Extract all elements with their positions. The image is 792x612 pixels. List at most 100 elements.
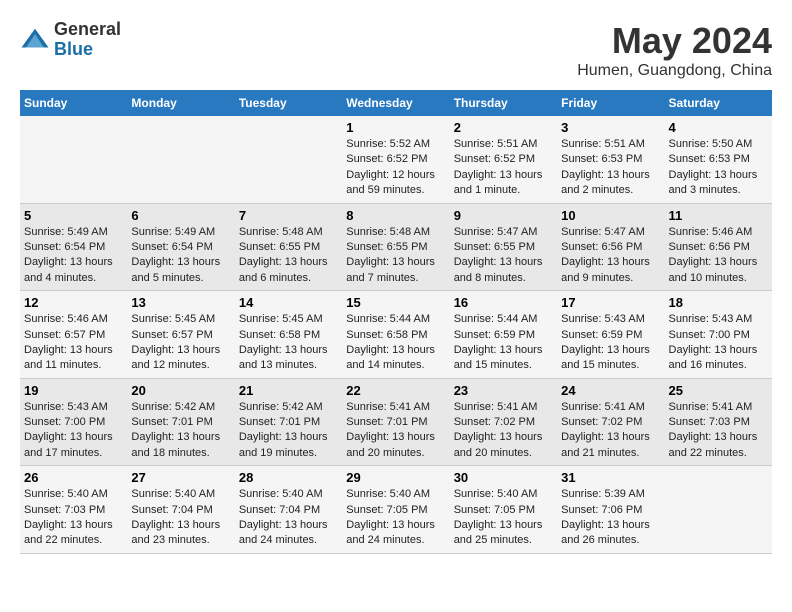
calendar-cell: 18 Sunrise: 5:43 AMSunset: 7:00 PMDayligh… [665,291,772,379]
day-number: 7 [239,208,338,223]
calendar-cell: 13Sunrise: 5:45 AMSunset: 6:57 PMDayligh… [127,291,234,379]
calendar-cell: 30 Sunrise: 5:40 AMSunset: 7:05 PMDayligh… [450,466,557,554]
day-number: 2 [454,120,553,135]
day-info: Sunrise: 5:42 AMSunset: 7:01 PMDaylight:… [131,400,230,462]
day-info: Sunrise: 5:40 AMSunset: 7:04 PMDaylight:… [131,487,230,549]
header-sunday: Sunday [20,90,127,116]
calendar-cell: 21Sunrise: 5:42 AMSunset: 7:01 PMDayligh… [235,378,342,466]
subtitle: Humen, Guangdong, China [577,62,772,80]
week-row-5: 26 Sunrise: 5:40 AMSunset: 7:03 PMDayligh… [20,466,772,554]
day-number: 5 [24,208,123,223]
calendar-cell: 19Sunrise: 5:43 AMSunset: 7:00 PMDayligh… [20,378,127,466]
header-row: SundayMondayTuesdayWednesdayThursdayFrid… [20,90,772,116]
calendar-cell: 24 Sunrise: 5:41 AMSunset: 7:02 PMDayligh… [557,378,664,466]
day-info: Sunrise: 5:40 AMSunset: 7:04 PMDaylight:… [239,487,338,549]
week-row-4: 19Sunrise: 5:43 AMSunset: 7:00 PMDayligh… [20,378,772,466]
day-info: Sunrise: 5:40 AMSunset: 7:03 PMDaylight:… [24,487,123,549]
day-info: Sunrise: 5:40 AMSunset: 7:05 PMDaylight:… [454,487,553,549]
day-number: 1 [346,120,445,135]
day-number: 23 [454,383,553,398]
day-number: 25 [669,383,768,398]
day-number: 3 [561,120,660,135]
day-number: 14 [239,295,338,310]
day-info: Sunrise: 5:43 AMSunset: 7:00 PMDaylight:… [669,312,768,374]
header-wednesday: Wednesday [342,90,449,116]
day-info: Sunrise: 5:44 AMSunset: 6:59 PMDaylight:… [454,312,553,374]
calendar-cell [235,116,342,203]
day-number: 20 [131,383,230,398]
calendar-cell: 26 Sunrise: 5:40 AMSunset: 7:03 PMDayligh… [20,466,127,554]
day-info: Sunrise: 5:48 AMSunset: 6:55 PMDaylight:… [239,225,338,287]
day-number: 22 [346,383,445,398]
week-row-2: 5 Sunrise: 5:49 AMSunset: 6:54 PMDaylight… [20,203,772,291]
calendar-cell: 27 Sunrise: 5:40 AMSunset: 7:04 PMDayligh… [127,466,234,554]
calendar-cell: 11 Sunrise: 5:46 AMSunset: 6:56 PMDayligh… [665,203,772,291]
calendar-cell [665,466,772,554]
calendar-body: 1Sunrise: 5:52 AMSunset: 6:52 PMDaylight… [20,116,772,553]
day-info: Sunrise: 5:49 AMSunset: 6:54 PMDaylight:… [131,225,230,287]
calendar-cell: 17Sunrise: 5:43 AMSunset: 6:59 PMDayligh… [557,291,664,379]
day-number: 17 [561,295,660,310]
calendar-cell: 7 Sunrise: 5:48 AMSunset: 6:55 PMDaylight… [235,203,342,291]
calendar-cell: 5 Sunrise: 5:49 AMSunset: 6:54 PMDaylight… [20,203,127,291]
day-number: 27 [131,470,230,485]
header-monday: Monday [127,90,234,116]
calendar-cell: 31 Sunrise: 5:39 AMSunset: 7:06 PMDayligh… [557,466,664,554]
day-info: Sunrise: 5:51 AMSunset: 6:52 PMDaylight:… [454,137,553,199]
title-block: May 2024 Humen, Guangdong, China [577,20,772,80]
calendar-cell: 15 Sunrise: 5:44 AMSunset: 6:58 PMDayligh… [342,291,449,379]
day-number: 15 [346,295,445,310]
calendar-cell: 28 Sunrise: 5:40 AMSunset: 7:04 PMDayligh… [235,466,342,554]
day-number: 19 [24,383,123,398]
calendar-table: SundayMondayTuesdayWednesdayThursdayFrid… [20,90,772,554]
day-number: 6 [131,208,230,223]
day-number: 18 [669,295,768,310]
day-info: Sunrise: 5:45 AMSunset: 6:57 PMDaylight:… [131,312,230,374]
calendar-cell: 29 Sunrise: 5:40 AMSunset: 7:05 PMDayligh… [342,466,449,554]
main-title: May 2024 [577,20,772,62]
logo-general-text: General [54,20,121,40]
header-thursday: Thursday [450,90,557,116]
calendar-cell: 22 Sunrise: 5:41 AMSunset: 7:01 PMDayligh… [342,378,449,466]
calendar-cell: 2 Sunrise: 5:51 AMSunset: 6:52 PMDaylight… [450,116,557,203]
day-number: 31 [561,470,660,485]
calendar-cell: 20 Sunrise: 5:42 AMSunset: 7:01 PMDayligh… [127,378,234,466]
calendar-cell: 23Sunrise: 5:41 AMSunset: 7:02 PMDayligh… [450,378,557,466]
day-number: 24 [561,383,660,398]
day-info: Sunrise: 5:41 AMSunset: 7:01 PMDaylight:… [346,400,445,462]
day-info: Sunrise: 5:49 AMSunset: 6:54 PMDaylight:… [24,225,123,287]
calendar-cell: 10Sunrise: 5:47 AMSunset: 6:56 PMDayligh… [557,203,664,291]
calendar-cell: 8Sunrise: 5:48 AMSunset: 6:55 PMDaylight… [342,203,449,291]
week-row-1: 1Sunrise: 5:52 AMSunset: 6:52 PMDaylight… [20,116,772,203]
day-number: 4 [669,120,768,135]
day-info: Sunrise: 5:41 AMSunset: 7:03 PMDaylight:… [669,400,768,462]
day-number: 11 [669,208,768,223]
day-info: Sunrise: 5:47 AMSunset: 6:55 PMDaylight:… [454,225,553,287]
day-info: Sunrise: 5:44 AMSunset: 6:58 PMDaylight:… [346,312,445,374]
calendar-cell: 12Sunrise: 5:46 AMSunset: 6:57 PMDayligh… [20,291,127,379]
logo-blue-text: Blue [54,40,121,60]
calendar-cell: 6 Sunrise: 5:49 AMSunset: 6:54 PMDaylight… [127,203,234,291]
day-info: Sunrise: 5:39 AMSunset: 7:06 PMDaylight:… [561,487,660,549]
day-number: 28 [239,470,338,485]
day-number: 21 [239,383,338,398]
logo-icon [20,25,50,55]
day-number: 9 [454,208,553,223]
calendar-cell [127,116,234,203]
day-number: 8 [346,208,445,223]
day-number: 29 [346,470,445,485]
day-number: 10 [561,208,660,223]
calendar-cell: 25 Sunrise: 5:41 AMSunset: 7:03 PMDayligh… [665,378,772,466]
day-info: Sunrise: 5:41 AMSunset: 7:02 PMDaylight:… [561,400,660,462]
day-number: 30 [454,470,553,485]
day-number: 26 [24,470,123,485]
day-number: 16 [454,295,553,310]
calendar-cell: 16 Sunrise: 5:44 AMSunset: 6:59 PMDayligh… [450,291,557,379]
day-info: Sunrise: 5:40 AMSunset: 7:05 PMDaylight:… [346,487,445,549]
calendar-cell: 14Sunrise: 5:45 AMSunset: 6:58 PMDayligh… [235,291,342,379]
logo: General Blue [20,20,121,60]
day-info: Sunrise: 5:50 AMSunset: 6:53 PMDaylight:… [669,137,768,199]
calendar-cell: 1Sunrise: 5:52 AMSunset: 6:52 PMDaylight… [342,116,449,203]
calendar-cell [20,116,127,203]
day-info: Sunrise: 5:46 AMSunset: 6:56 PMDaylight:… [669,225,768,287]
